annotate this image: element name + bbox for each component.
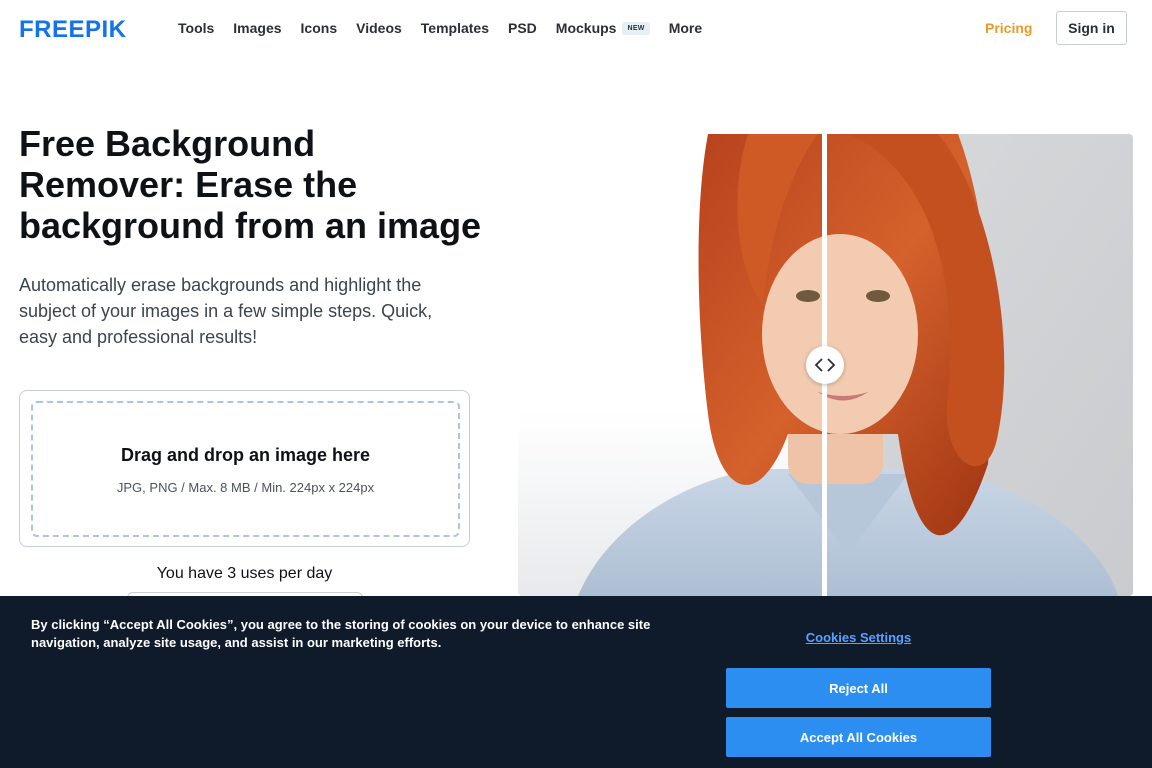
freepik-logo-graphic: FREEPIK bbox=[19, 16, 127, 42]
uses-per-day: You have 3 uses per day bbox=[156, 565, 333, 582]
page-title: Free Background Remover: Erase the backg… bbox=[19, 123, 482, 246]
nav-psd[interactable]: PSD bbox=[508, 19, 537, 37]
nav-mockups[interactable]: Mockups bbox=[556, 19, 617, 37]
chevron-left-icon bbox=[813, 357, 825, 373]
main-nav: Tools Images Icons Videos Templates PSD … bbox=[178, 19, 721, 37]
accept-all-cookies-button[interactable]: Accept All Cookies bbox=[726, 717, 991, 757]
logo-text: FREEPIK bbox=[19, 16, 127, 42]
nav-images[interactable]: Images bbox=[233, 19, 281, 37]
nav-templates[interactable]: Templates bbox=[421, 19, 489, 37]
nav-videos[interactable]: Videos bbox=[356, 19, 402, 37]
dropzone-hint: JPG, PNG / Max. 8 MB / Min. 224px x 224p… bbox=[116, 480, 375, 495]
image-dropzone[interactable]: Drag and drop an image here JPG, PNG / M… bbox=[31, 401, 460, 537]
cookie-message: By clicking “Accept All Cookies”, you ag… bbox=[31, 617, 651, 650]
freepik-logo[interactable]: FREEPIK bbox=[19, 16, 151, 42]
reject-all-button[interactable]: Reject All bbox=[726, 668, 991, 708]
cookie-banner: By clicking “Accept All Cookies”, you ag… bbox=[0, 596, 1152, 768]
cookies-settings-link[interactable]: Cookies Settings bbox=[726, 630, 991, 645]
upload-card: Drag and drop an image here JPG, PNG / M… bbox=[19, 390, 470, 547]
nav-more[interactable]: More bbox=[669, 19, 702, 37]
chevron-right-icon bbox=[825, 357, 837, 373]
before-after-comparison[interactable] bbox=[518, 134, 1133, 596]
new-badge: NEW bbox=[622, 21, 650, 35]
site-header: FREEPIK Tools Images Icons Videos Templa… bbox=[0, 0, 1152, 58]
nav-mockups-group: Mockups NEW bbox=[556, 19, 650, 37]
sign-in-button[interactable]: Sign in bbox=[1056, 11, 1127, 45]
nav-icons[interactable]: Icons bbox=[301, 19, 338, 37]
nav-tools[interactable]: Tools bbox=[178, 19, 214, 37]
comparison-slider-handle[interactable] bbox=[806, 346, 844, 384]
pricing-link[interactable]: Pricing bbox=[985, 20, 1032, 36]
page-description: Automatically erase backgrounds and high… bbox=[19, 275, 433, 347]
dropzone-title: Drag and drop an image here bbox=[120, 445, 371, 465]
